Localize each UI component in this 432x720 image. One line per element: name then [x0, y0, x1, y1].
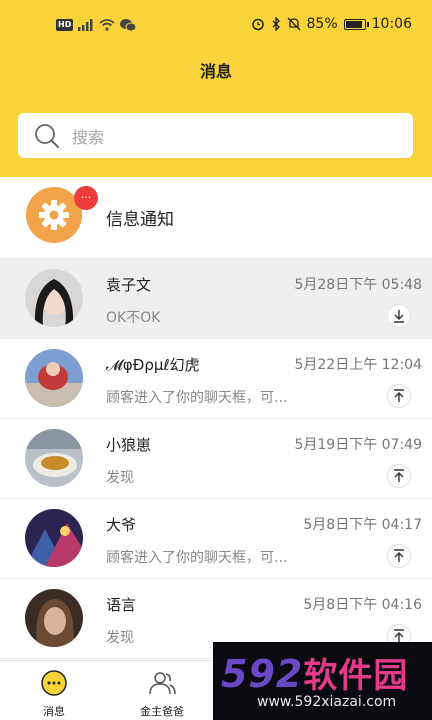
bluetooth-icon — [272, 17, 280, 31]
status-left: HD — [56, 18, 137, 32]
avatar — [25, 349, 83, 407]
watermark-logo: 592软件园 www.592xiazai.com — [213, 642, 432, 720]
chat-preview: 顾客进入了你的聊天框，可... — [106, 550, 288, 566]
arrow-up-icon — [394, 549, 404, 562]
status-right: 85% 10:06 — [251, 16, 412, 32]
arrow-up-icon — [394, 469, 404, 482]
chat-name: 大爷 — [106, 516, 137, 534]
watermark-text: 软件园 — [303, 656, 409, 696]
notification-entry[interactable]: ... 信息通知 — [0, 177, 432, 259]
chat-row[interactable]: 小狼崽 5月19日下午 07:49 发现 — [0, 419, 432, 499]
avatar — [25, 429, 83, 487]
tab-messages[interactable]: 消息 — [0, 661, 108, 720]
mute-icon — [287, 17, 300, 31]
pin-to-top-button[interactable] — [387, 384, 411, 408]
tab-contacts-label: 金主爸爸 — [140, 705, 184, 718]
clock: 10:06 — [371, 16, 412, 32]
contacts-icon — [148, 669, 176, 697]
tab-contacts[interactable]: 金主爸爸 — [108, 661, 216, 720]
header: HD 85% 10:06 消息 搜索 — [0, 0, 432, 177]
battery-percent: 85% — [306, 16, 338, 32]
pin-to-top-button[interactable] — [387, 464, 411, 488]
status-bar: HD 85% 10:06 — [0, 0, 432, 52]
arrow-up-icon — [394, 389, 404, 402]
watermark-brand: 592软件园 — [221, 648, 408, 697]
page-title: 消息 — [199, 62, 232, 81]
gear-icon — [39, 200, 69, 230]
wechat-icon — [120, 19, 137, 32]
chat-time: 5月8日下午 04:16 — [303, 597, 422, 613]
hd-badge: HD — [56, 19, 74, 31]
search-input[interactable]: 搜索 — [18, 113, 413, 158]
chat-list: 袁子文 5月28日下午 05:48 OK不OK 𝓜φĐρμℓ幻虎 5月22日上午… — [0, 259, 432, 659]
signal-icon — [78, 19, 93, 31]
chat-name: 小狼崽 — [106, 436, 152, 454]
chat-preview: 顾客进入了你的聊天框，可... — [106, 390, 288, 406]
chat-time: 5月28日下午 05:48 — [294, 277, 422, 293]
chat-row[interactable]: 袁子文 5月28日下午 05:48 OK不OK — [0, 259, 432, 339]
chat-preview: 发现 — [106, 470, 134, 486]
unread-badge: ... — [74, 186, 98, 210]
search-placeholder: 搜索 — [72, 127, 105, 147]
avatar — [25, 589, 83, 647]
chat-name: 袁子文 — [106, 276, 152, 294]
chat-preview: OK不OK — [106, 310, 161, 326]
search-icon — [35, 123, 59, 148]
avatar — [25, 509, 83, 567]
avatar — [25, 269, 83, 327]
chat-bubble-icon — [40, 669, 68, 697]
unpin-button[interactable] — [387, 304, 411, 328]
arrow-down-icon — [394, 310, 404, 323]
notification-label: 信息通知 — [106, 210, 174, 230]
pin-to-top-button[interactable] — [387, 544, 411, 568]
tab-messages-label: 消息 — [43, 705, 65, 718]
chat-time: 5月19日下午 07:49 — [294, 437, 422, 453]
watermark-number: 592 — [221, 652, 304, 696]
chat-name: 语言 — [106, 596, 137, 614]
chat-row[interactable]: 𝓜φĐρμℓ幻虎 5月22日上午 12:04 顾客进入了你的聊天框，可... — [0, 339, 432, 419]
alarm-icon — [251, 18, 264, 31]
chat-time: 5月22日上午 12:04 — [294, 357, 422, 373]
chat-row[interactable]: 大爷 5月8日下午 04:17 顾客进入了你的聊天框，可... — [0, 499, 432, 579]
wifi-icon — [99, 19, 115, 31]
chat-name: 𝓜φĐρμℓ幻虎 — [106, 356, 200, 374]
watermark-url: www.592xiazai.com — [257, 694, 397, 710]
chat-preview: 发现 — [106, 630, 134, 646]
arrow-up-icon — [394, 629, 404, 642]
battery-icon — [343, 18, 369, 30]
chat-time: 5月8日下午 04:17 — [303, 517, 422, 533]
